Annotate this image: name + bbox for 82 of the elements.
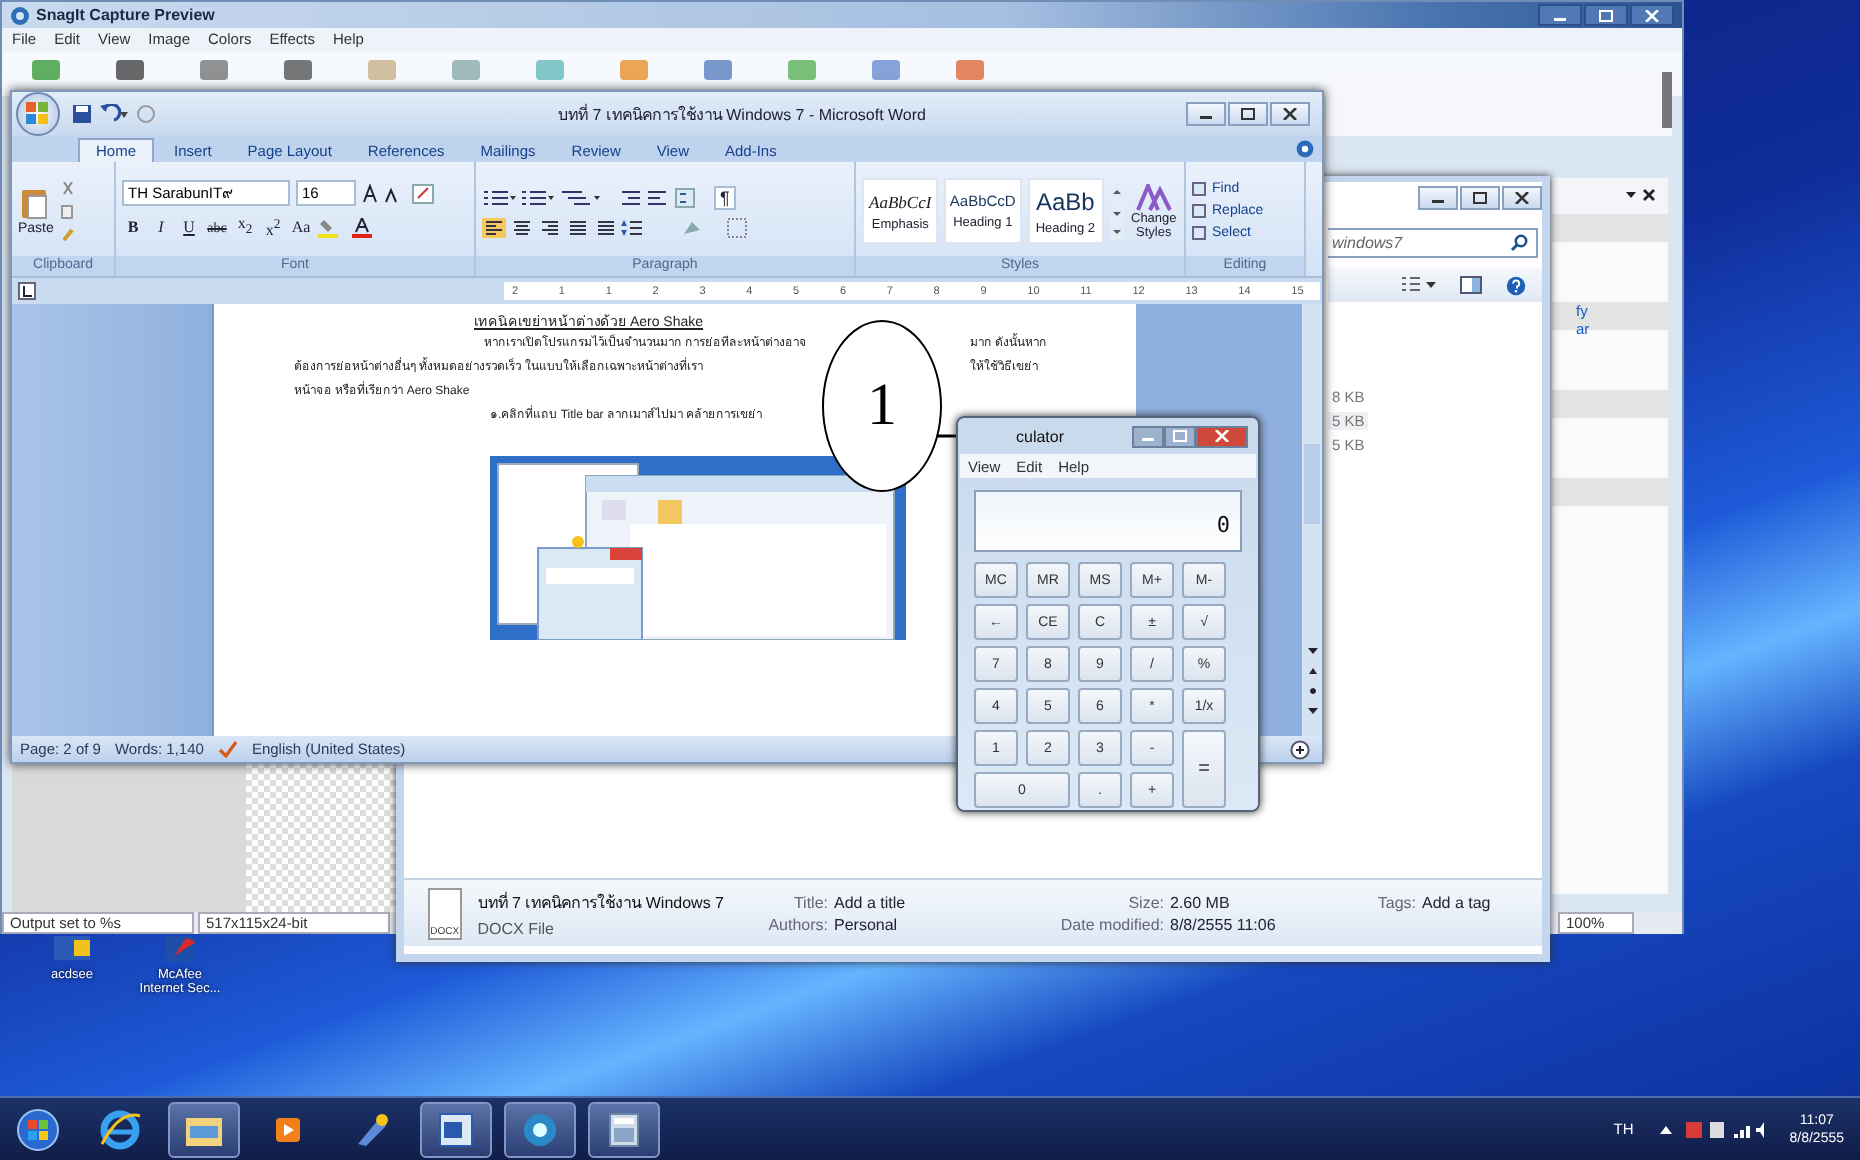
detail-value[interactable]: Add a title xyxy=(834,893,978,911)
format-button[interactable]: Aa xyxy=(290,218,312,238)
document-icon xyxy=(434,1109,478,1149)
format-button[interactable]: x$^{2}$ xyxy=(262,215,284,241)
taskbar-app-button[interactable] xyxy=(504,1101,576,1157)
close-icon xyxy=(1214,430,1230,442)
detail-label: Size: xyxy=(1126,893,1164,911)
close-icon xyxy=(1514,192,1530,204)
detail-value[interactable]: Personal xyxy=(834,915,978,933)
format-button[interactable]: B xyxy=(122,218,144,238)
globe-icon xyxy=(98,1109,142,1149)
calculator-key[interactable]: = xyxy=(1182,730,1226,808)
maximize-button[interactable] xyxy=(1584,4,1628,26)
maximize-icon xyxy=(1598,9,1614,21)
file-type: DOCX File xyxy=(477,919,556,937)
window-title: บทที่ 7 เทคนิคการใช้งาน Windows 7 - Microsoft Word xyxy=(558,102,926,127)
minimize-button[interactable] xyxy=(1538,4,1582,26)
detail-label: Date modified: xyxy=(1058,915,1164,933)
format-button[interactable]: U xyxy=(178,218,200,238)
help-icon[interactable] xyxy=(1296,140,1314,158)
detail-label: Title: xyxy=(791,893,828,911)
close-button[interactable] xyxy=(1630,4,1674,26)
maximize-icon xyxy=(1472,192,1488,204)
taskbar-app-button[interactable] xyxy=(168,1101,240,1157)
detail-value[interactable]: Add a tag xyxy=(1422,893,1542,911)
toolbar-icon[interactable] xyxy=(30,58,62,82)
search-icon xyxy=(1510,234,1528,252)
panel-controls-icon[interactable] xyxy=(1624,188,1656,204)
show-formatting-button[interactable]: ¶ xyxy=(714,185,736,209)
calculator-display: 0 xyxy=(974,490,1242,552)
vertical-scrollbar[interactable] xyxy=(1302,304,1322,736)
office-logo-icon xyxy=(24,100,52,128)
cut-icon[interactable] xyxy=(59,181,76,197)
minimize-button[interactable] xyxy=(1418,186,1458,210)
proofing-icon[interactable] xyxy=(217,740,238,758)
close-icon xyxy=(1644,9,1660,21)
window-title: SnagIt Capture Preview xyxy=(36,6,215,24)
zoom-in-icon[interactable] xyxy=(1290,739,1310,759)
undo-icon[interactable] xyxy=(98,104,130,124)
detail-label: Tags: xyxy=(1375,893,1416,911)
restore-button[interactable] xyxy=(1228,102,1268,126)
tab-selector-icon[interactable] xyxy=(18,282,36,300)
desktop-shortcut-icon[interactable] xyxy=(50,932,94,964)
toolbar-icon[interactable] xyxy=(954,58,986,82)
list-row[interactable] xyxy=(1552,302,1668,330)
start-button[interactable] xyxy=(12,1103,64,1155)
close-icon xyxy=(1282,108,1298,120)
detail-value[interactable]: 2.60 MB xyxy=(1170,893,1350,911)
window-title: culator xyxy=(1016,427,1065,445)
detail-label: Authors: xyxy=(766,915,828,933)
taskbar-app-button[interactable] xyxy=(588,1101,660,1157)
format-button[interactable]: x$_{2}$ xyxy=(234,214,256,242)
tray-icons-icon[interactable] xyxy=(1685,1119,1766,1139)
scrollbar[interactable] xyxy=(1662,72,1672,128)
close-button[interactable] xyxy=(1502,186,1542,210)
styles-icon xyxy=(1135,183,1172,211)
preview-pane-icon[interactable] xyxy=(1460,276,1482,294)
toolbar-icon[interactable] xyxy=(114,58,146,82)
view-options-icon[interactable] xyxy=(1400,276,1436,294)
maximize-icon xyxy=(1240,108,1256,120)
toolbar-icon[interactable] xyxy=(702,58,734,82)
scrollbar-thumb[interactable] xyxy=(1304,444,1320,524)
circle-logo-icon xyxy=(518,1109,562,1149)
search-field[interactable]: windows7 xyxy=(1328,228,1538,258)
close-button[interactable] xyxy=(1270,102,1310,126)
app-icon xyxy=(10,5,30,25)
format-button[interactable]: I xyxy=(150,218,172,238)
show-hidden-icons-icon[interactable] xyxy=(1657,1123,1674,1135)
toolbar-icon[interactable] xyxy=(198,58,230,82)
help-icon[interactable] xyxy=(1506,275,1526,295)
office-button[interactable] xyxy=(16,92,60,136)
toolbar-icon[interactable] xyxy=(282,58,314,82)
maximize-button[interactable] xyxy=(1460,186,1500,210)
clipboard-icon xyxy=(19,186,52,220)
save-icon[interactable] xyxy=(72,104,92,124)
minimize-button[interactable] xyxy=(1186,102,1226,126)
taskbar-app-button[interactable] xyxy=(420,1101,492,1157)
windows-logo-icon xyxy=(16,1107,60,1151)
detail-value[interactable]: 8/8/2555 11:06 xyxy=(1170,915,1350,933)
maximize-icon xyxy=(1172,430,1188,442)
file-name: บทที่ 7 เทคนิคการใช้งาน Windows 7 xyxy=(477,890,727,915)
clear-formatting-icon[interactable] xyxy=(412,183,434,204)
